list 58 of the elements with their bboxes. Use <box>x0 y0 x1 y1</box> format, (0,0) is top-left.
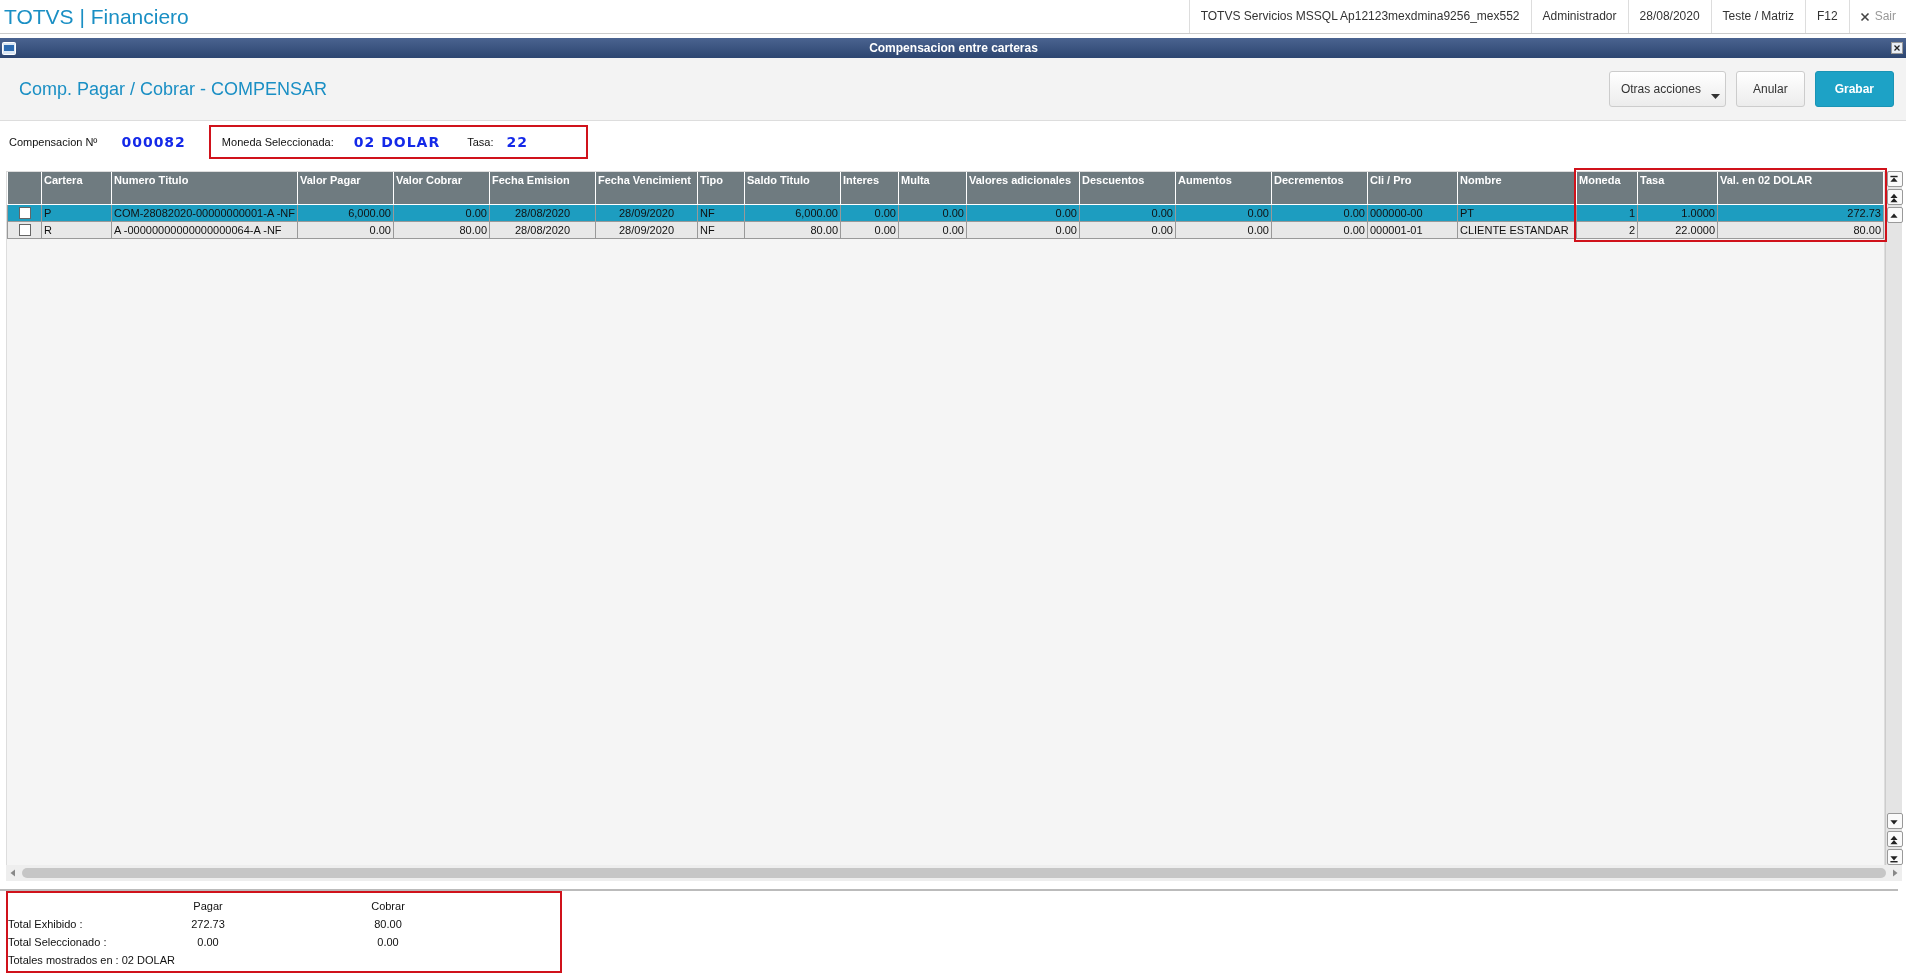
close-icon[interactable] <box>1891 42 1903 54</box>
scroll-up-button[interactable] <box>1887 207 1903 223</box>
column-header[interactable]: Fecha Emision <box>489 172 596 205</box>
save-button[interactable]: Grabar <box>1814 71 1894 107</box>
left-arrow-icon <box>8 868 18 878</box>
column-header[interactable]: Valor Pagar <box>297 172 394 205</box>
totals-note: Totales mostrados en : 02 DOLAR <box>8 954 176 966</box>
checkbox[interactable] <box>18 207 31 219</box>
column-header[interactable]: Valor Cobrar <box>393 172 490 205</box>
scroll-up-button[interactable] <box>1887 171 1903 187</box>
cancel-button[interactable]: Anular <box>1735 71 1805 107</box>
column-header[interactable]: Cartera <box>41 172 112 205</box>
total-label: Total Exhibido : <box>8 918 84 930</box>
status-item: TOTVS Servicios MSSQL Ap12123mexdmina9256_mex552 <box>1188 0 1531 33</box>
total-value: 80.00 <box>373 918 403 930</box>
column-header[interactable]: Saldo Titulo <box>744 172 841 205</box>
scroll-up-button[interactable] <box>1887 189 1903 205</box>
column-header[interactable]: Tipo <box>697 172 745 205</box>
status-item: Administrador <box>1530 0 1628 33</box>
total-label: Total Seleccionado : <box>8 936 108 948</box>
checkbox[interactable] <box>18 224 31 236</box>
column-header[interactable]: Valores adicionales <box>966 172 1080 205</box>
column-header[interactable]: Numero Titulo <box>111 172 298 205</box>
up-arrow-icon <box>1888 192 1900 204</box>
caret-icon <box>1710 94 1720 100</box>
column-label: Pagar <box>192 900 224 912</box>
page-title: Comp. Pagar / Cobrar - COMPENSAR <box>19 78 329 100</box>
app-title: TOTVS | Financiero <box>3 4 190 29</box>
total-value: 272.73 <box>190 918 226 930</box>
column-header[interactable]: Aumentos <box>1175 172 1272 205</box>
close-icon <box>1859 11 1870 22</box>
field-value: 02 DOLAR <box>353 134 441 150</box>
total-value: 0.00 <box>376 936 400 948</box>
field-value: 22 <box>506 134 528 150</box>
column-header[interactable]: Tasa <box>1637 172 1718 205</box>
column-header[interactable]: Val. en 02 DOLAR <box>1717 172 1884 205</box>
field-value: 000082 <box>121 134 186 150</box>
column-header[interactable]: Interes <box>840 172 899 205</box>
total-value: 0.00 <box>196 936 220 948</box>
window-icon <box>2 41 16 55</box>
column-header[interactable]: Fecha Vencimient <box>595 172 698 205</box>
window-title: Compensacion entre carteras <box>868 41 1039 55</box>
status-item: Teste / Matriz <box>1710 0 1805 33</box>
column-header[interactable]: Descuentos <box>1079 172 1176 205</box>
column-header[interactable]: Decrementos <box>1271 172 1368 205</box>
scrollbar-thumb[interactable] <box>22 868 1886 878</box>
field-label: Tasa: <box>467 136 494 148</box>
field-label: Moneda Seleccionada: <box>221 136 334 148</box>
column-header[interactable]: Nombre <box>1457 172 1577 205</box>
column-label: Cobrar <box>370 900 406 912</box>
column-header[interactable]: Multa <box>898 172 967 205</box>
field-label: Compensacion Nº <box>9 136 98 148</box>
more-actions-button[interactable]: Otras acciones <box>1608 71 1726 107</box>
status-item: F12 <box>1804 0 1849 33</box>
right-arrow-icon <box>1890 868 1900 878</box>
status-item: 28/08/2020 <box>1627 0 1711 33</box>
column-header[interactable]: Moneda <box>1576 172 1638 205</box>
column-header[interactable]: Cli / Pro <box>1367 172 1458 205</box>
